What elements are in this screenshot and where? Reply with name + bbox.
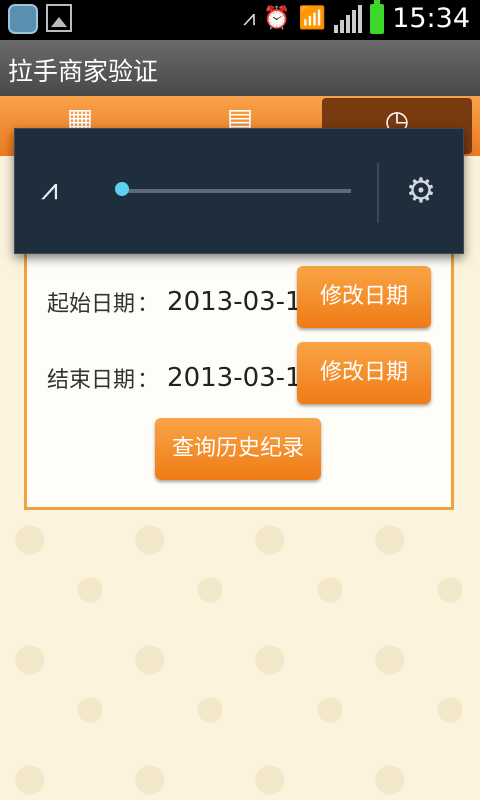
status-bar: ⩘ ⏰ 📶 15:34 (0, 0, 480, 40)
signal-icon (334, 4, 363, 33)
status-time: 15:34 (392, 3, 470, 34)
end-date-separator: ： (137, 368, 160, 393)
date-query-card: 起始日期 ： 2013-03-15 修改日期 结束日期 ： 2013-03-15… (24, 250, 454, 510)
vibrate-icon: ⩘ (242, 6, 256, 31)
panel-divider (377, 163, 379, 223)
wifi-icon: 📶 (298, 6, 327, 31)
app-notification-icon (8, 4, 38, 34)
start-date-separator: ： (137, 292, 160, 317)
start-date-row: 起始日期 ： 2013-03-15 (47, 286, 318, 318)
title-bar: 拉手商家验证 (0, 40, 480, 97)
end-date-value: 2013-03-15 (167, 363, 319, 393)
query-history-button[interactable]: 查询历史纪录 (155, 418, 321, 480)
image-notification-icon (46, 4, 72, 32)
volume-slider-thumb[interactable] (115, 182, 129, 196)
end-date-label: 结束日期 (47, 368, 136, 393)
vibrate-mute-icon[interactable]: ⩘ (41, 173, 75, 207)
volume-slider-track[interactable] (123, 189, 351, 193)
edit-start-date-button[interactable]: 修改日期 (297, 266, 431, 328)
start-date-value: 2013-03-15 (167, 287, 319, 317)
background-pattern (0, 510, 480, 800)
gear-icon[interactable]: ⚙ (403, 173, 439, 209)
start-date-label: 起始日期 (47, 292, 136, 317)
end-date-row: 结束日期 ： 2013-03-15 (47, 362, 318, 394)
alarm-icon: ⏰ (263, 6, 291, 31)
edit-end-date-button[interactable]: 修改日期 (297, 342, 431, 404)
volume-panel: ⩘ ⚙ (14, 128, 464, 254)
page-title: 拉手商家验证 (8, 57, 159, 86)
battery-icon (370, 0, 385, 34)
